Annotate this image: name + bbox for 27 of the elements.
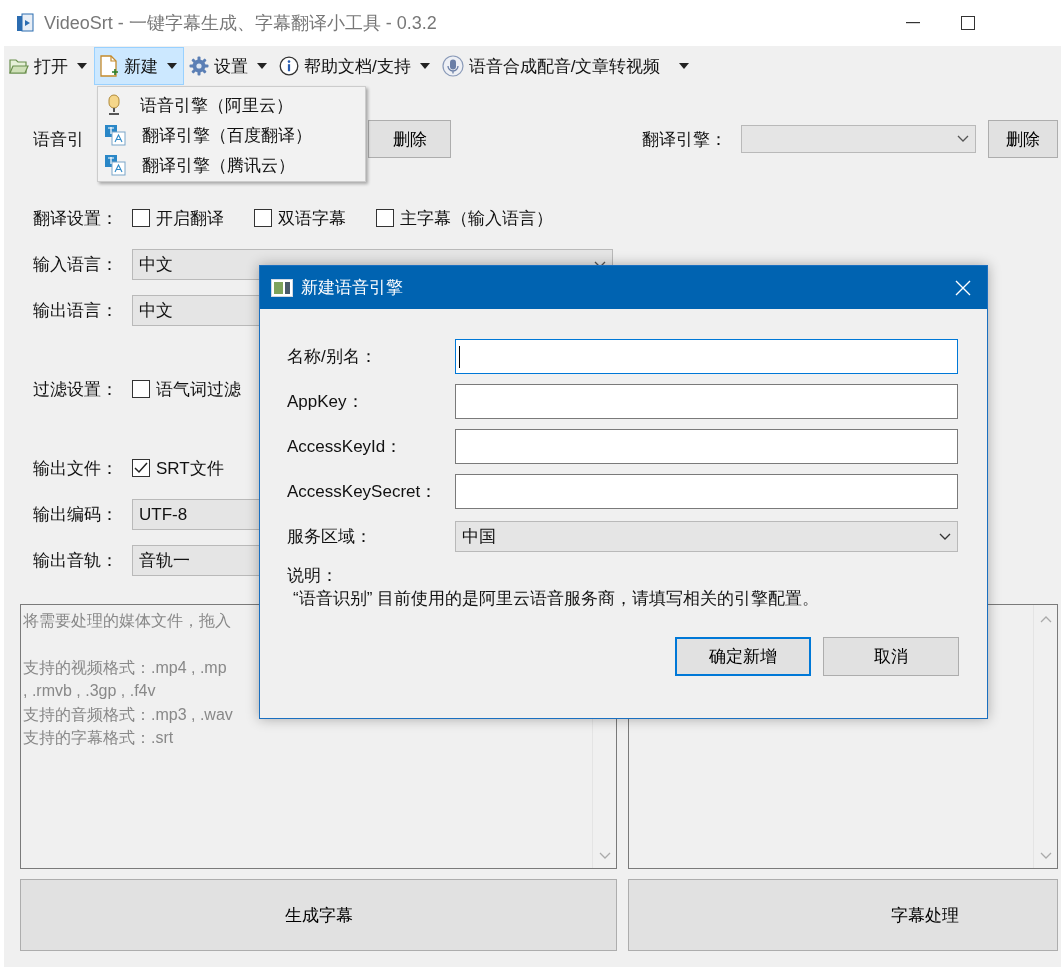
field-label: 输出音轨： bbox=[33, 550, 119, 572]
field-label: 输出文件： bbox=[33, 457, 119, 480]
format-text: , .rmvb , .3gp , .f4v bbox=[23, 681, 157, 701]
checkbox-label: 开启翻译 bbox=[156, 207, 224, 230]
field-label: 翻译引擎： bbox=[642, 128, 728, 151]
field-label: 语音引 bbox=[33, 129, 84, 149]
checkbox-label: SRT文件 bbox=[156, 457, 224, 480]
field-label: AccessKeyId： bbox=[287, 436, 404, 458]
checkbox-label: 双语字幕 bbox=[278, 207, 346, 230]
field-label: 输出语言： bbox=[33, 300, 119, 322]
field-label: 服务区域： bbox=[287, 526, 373, 548]
field-label: AppKey： bbox=[287, 391, 365, 413]
dialog-title: 新建语音引擎 bbox=[301, 277, 403, 299]
format-text: 支持的视频格式：.mp4 , .mp bbox=[23, 657, 228, 678]
field-label: 翻译设置： bbox=[33, 207, 119, 230]
format-text: 支持的音频格式：.mp3 , .wav bbox=[23, 704, 234, 725]
field-label: AccessKeySecret： bbox=[287, 481, 439, 503]
note-heading: 说明： bbox=[287, 565, 339, 587]
field-label: 名称/别名： bbox=[287, 346, 378, 368]
checkbox-label: 语气词过滤 bbox=[156, 378, 241, 401]
window-title: VideoSrt - 一键字幕生成、字幕翻译小工具 - 0.3.2 bbox=[44, 12, 437, 35]
checkbox-label: 主字幕（输入语言） bbox=[400, 207, 553, 230]
format-text: 支持的字幕格式：.srt bbox=[23, 728, 175, 748]
hint-text: 将需要处理的媒体文件，拖入 bbox=[23, 611, 232, 631]
field-label: 输出编码： bbox=[33, 504, 119, 526]
field-label: 输入语言： bbox=[33, 254, 119, 276]
field-label: 过滤设置： bbox=[33, 378, 119, 401]
